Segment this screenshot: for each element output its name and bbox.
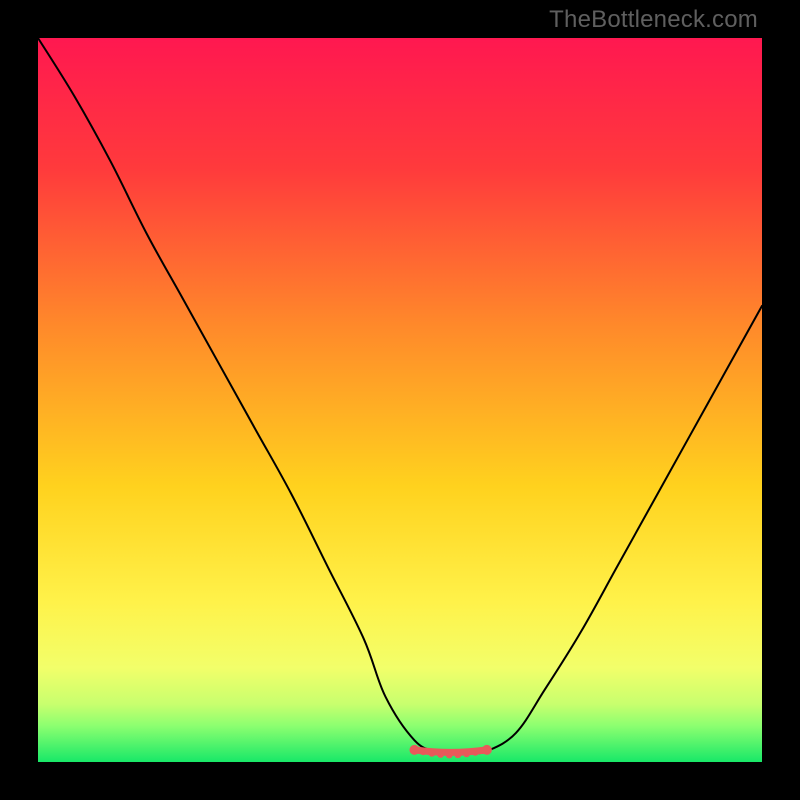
optimal-dot: [454, 751, 461, 758]
optimal-dot: [428, 750, 435, 757]
watermark-text: TheBottleneck.com: [549, 6, 758, 34]
optimal-dot: [463, 750, 470, 757]
optimal-dot: [482, 745, 492, 755]
optimal-dot: [446, 751, 453, 758]
optimal-dot: [409, 745, 419, 755]
bottleneck-curve: [38, 38, 762, 753]
chart-frame: TheBottleneck.com: [0, 0, 800, 800]
curve-overlay: [38, 38, 762, 762]
optimal-dot: [437, 751, 444, 758]
optimal-dot: [420, 748, 427, 755]
optimal-dot: [472, 749, 479, 756]
